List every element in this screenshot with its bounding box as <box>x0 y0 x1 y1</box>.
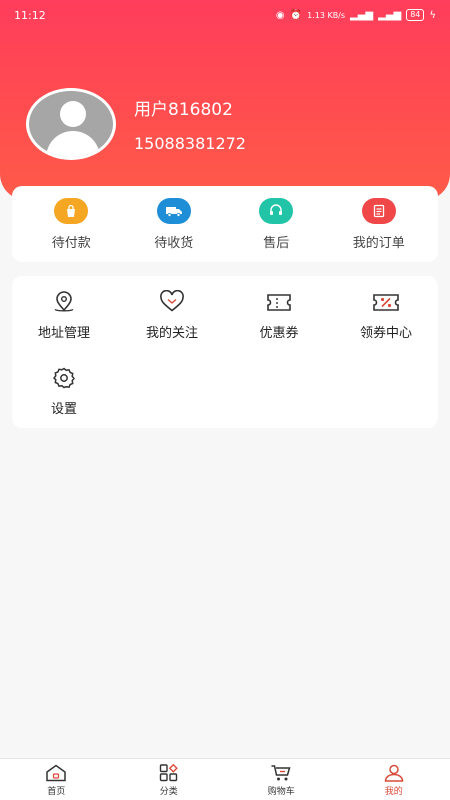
headset-icon <box>259 197 294 224</box>
order-all-orders[interactable]: 我的订单 <box>334 197 424 251</box>
status-bar: 11:12 ◉ ⏰ 1.13 KB/s ▂▄▆ ▂▄▆ 84 ϟ <box>0 0 450 30</box>
service-label: 设置 <box>50 402 77 417</box>
gear-icon <box>52 367 75 389</box>
service-settings[interactable]: 设置 <box>14 366 114 417</box>
user-icon <box>384 764 404 782</box>
shopping-bag-icon <box>54 197 89 224</box>
service-label: 领券中心 <box>359 326 412 341</box>
service-coupon-center[interactable]: 领券中心 <box>336 290 436 341</box>
location-pin-icon <box>54 291 74 312</box>
order-after-sales[interactable]: 售后 <box>231 197 321 251</box>
tab-mine[interactable]: 我的 <box>338 759 450 800</box>
coupon-icon <box>267 294 291 311</box>
user-info: 用户816802 15088381272 <box>134 95 246 153</box>
service-address-management[interactable]: 地址管理 <box>14 290 114 341</box>
battery-icon: 84 <box>406 9 425 21</box>
status-time: 11:12 <box>14 8 46 22</box>
tab-cart[interactable]: 购物车 <box>225 759 338 800</box>
signal-icon: ▂▄▆ <box>350 9 374 21</box>
service-label: 优惠券 <box>259 326 299 341</box>
tab-label: 首页 <box>47 787 66 797</box>
charging-icon: ϟ <box>429 9 436 21</box>
username: 用户816802 <box>134 100 233 120</box>
order-pending-payment[interactable]: 待付款 <box>26 197 116 251</box>
order-pending-delivery[interactable]: 待收货 <box>129 197 219 251</box>
status-icons: ◉ ⏰ 1.13 KB/s ▂▄▆ ▂▄▆ 84 ϟ <box>276 9 436 21</box>
tab-label: 购物车 <box>267 787 295 797</box>
truck-icon <box>156 197 191 224</box>
home-icon <box>46 764 66 782</box>
service-my-follows[interactable]: 我的关注 <box>122 290 222 341</box>
order-label: 待付款 <box>51 235 91 251</box>
service-label: 我的关注 <box>145 326 198 341</box>
user-phone: 15088381272 <box>134 134 246 153</box>
service-label: 地址管理 <box>37 326 90 341</box>
bottom-tab-bar: 首页 分类 购物车 我的 <box>0 758 450 800</box>
cart-icon <box>271 765 291 781</box>
order-list-icon <box>361 197 396 224</box>
tab-home[interactable]: 首页 <box>0 759 113 800</box>
order-label: 我的订单 <box>352 235 405 251</box>
heart-icon <box>160 290 184 312</box>
orders-card: 待付款 待收货 售后 我的订单 <box>12 186 438 262</box>
tab-category[interactable]: 分类 <box>113 759 226 800</box>
category-grid-icon <box>159 764 178 782</box>
service-coupons[interactable]: 优惠券 <box>229 290 329 341</box>
network-speed: 1.13 KB/s <box>307 10 346 20</box>
order-label: 待收货 <box>154 235 194 251</box>
signal-icon-secondary: ▂▄▆ <box>378 9 402 21</box>
tab-label: 我的 <box>384 787 403 797</box>
user-profile[interactable]: 用户816802 15088381272 <box>26 88 246 160</box>
tab-label: 分类 <box>159 787 178 797</box>
avatar[interactable] <box>26 88 116 160</box>
alarm-icon: ⏰ <box>289 9 303 21</box>
services-card: 地址管理 我的关注 优惠券 领券中心 设置 <box>12 276 438 428</box>
discount-ticket-icon <box>373 294 399 311</box>
order-label: 售后 <box>263 235 290 251</box>
hotspot-icon: ◉ <box>275 9 285 21</box>
